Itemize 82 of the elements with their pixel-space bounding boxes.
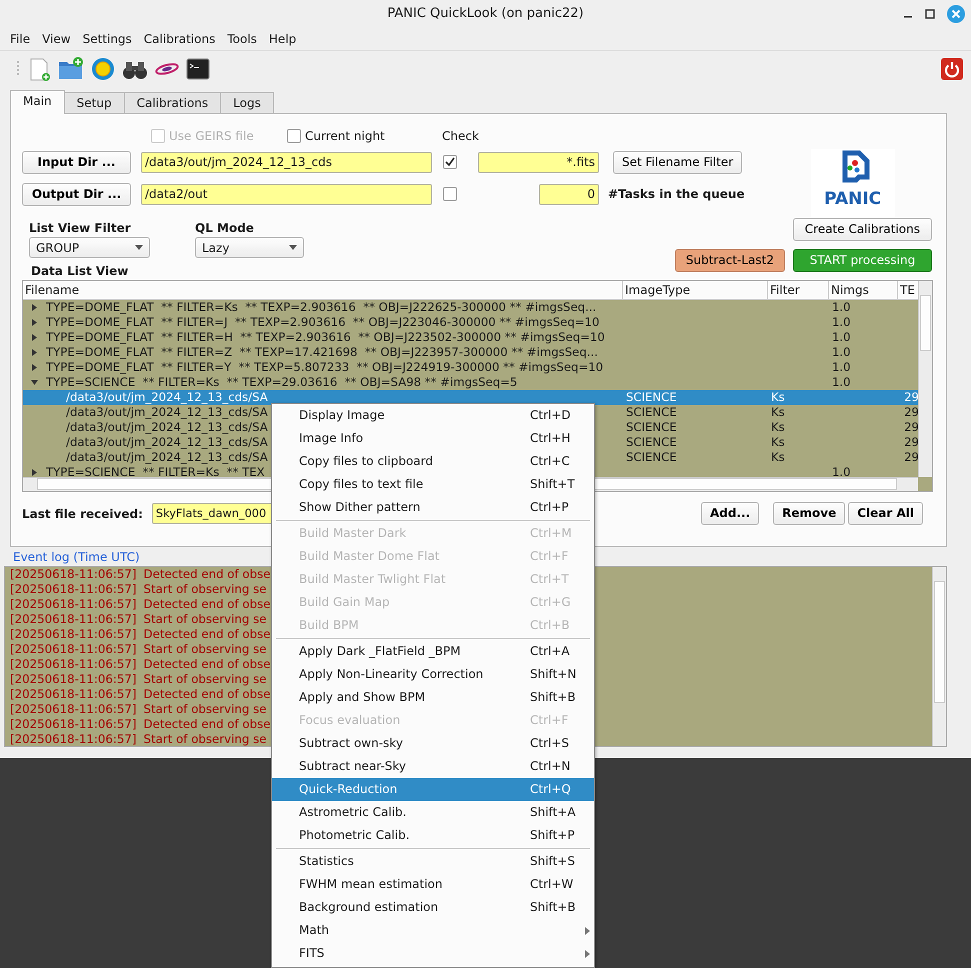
dropdown-value: GROUP — [36, 240, 80, 256]
shortcut-text: Shift+P — [530, 827, 576, 844]
log-message: Start of observing se — [144, 702, 267, 718]
shortcut-text: Ctrl+F — [530, 548, 570, 565]
shortcut-text: Ctrl+A — [530, 643, 571, 660]
log-message: Start of observing se — [144, 732, 267, 746]
table-cell: 1.0 — [832, 360, 851, 374]
shortcut-text: Ctrl+G — [530, 594, 572, 611]
shortcut-text: Ctrl+M — [530, 525, 573, 542]
dropdown-value: Lazy — [202, 240, 230, 256]
table-cell: 29 — [904, 435, 919, 450]
log-time: [20250618-11:06:57] — [10, 717, 136, 732]
log-time: [20250618-11:06:57] — [10, 627, 136, 642]
log-time: [20250618-11:06:57] — [10, 582, 136, 598]
shortcut-text: Shift+B — [530, 899, 577, 916]
table-cell: 29 — [904, 405, 919, 420]
table-cell: 29 — [904, 390, 919, 404]
checkbox-label: Current night — [305, 128, 385, 144]
shortcut-text: Ctrl+D — [530, 407, 572, 424]
shortcut-text: Ctrl+T — [530, 571, 570, 588]
field-label: QL Mode — [195, 221, 255, 236]
shortcut-text: Shift+A — [530, 804, 577, 821]
table-cell: 29 — [904, 420, 919, 434]
log-time: [20250618-11:06:57] — [10, 642, 136, 658]
shortcut-text: Shift+S — [530, 853, 576, 870]
log-message: Start of observing se — [144, 672, 267, 688]
log-time: [20250618-11:06:57] — [10, 567, 136, 582]
table-cell: Ks — [771, 450, 785, 464]
log-message: Start of observing se — [144, 642, 267, 658]
log-message: Detected end of obse — [144, 687, 271, 702]
log-message: Detected end of obse — [144, 657, 271, 672]
log-message: Detected end of obse — [144, 717, 271, 732]
table-cell: SCIENCE — [626, 390, 677, 404]
shortcut-text: Ctrl+C — [530, 453, 571, 470]
table-cell: Ks — [771, 390, 785, 404]
window-title: PANIC QuickLook (on panic22) — [387, 6, 584, 22]
shortcut-text: Ctrl+S — [530, 735, 570, 752]
shortcut-text: Shift+B — [530, 689, 577, 706]
log-message: Start of observing se — [144, 582, 267, 598]
table-cell: SCIENCE — [626, 435, 677, 450]
log-time: [20250618-11:06:57] — [10, 702, 136, 718]
shortcut-text: Ctrl+H — [530, 430, 572, 447]
logo-text: PANIC — [824, 189, 882, 209]
log-message: Detected end of obse — [144, 567, 271, 582]
table-cell: 1.0 — [832, 300, 851, 314]
tasks-count-field: 0 — [539, 184, 599, 204]
checkbox-label: Use GEIRS file — [169, 128, 254, 144]
shortcut-text: Ctrl+Q — [530, 781, 572, 798]
log-time: [20250618-11:06:57] — [10, 672, 136, 688]
field-label: List View Filter — [29, 221, 132, 236]
log-time: [20250618-11:06:57] — [10, 597, 136, 612]
table-cell: 1.0 — [832, 315, 851, 330]
shortcut-text: Ctrl+N — [530, 758, 572, 775]
table-cell: 1.0 — [832, 465, 851, 480]
table-cell: 1.0 — [832, 345, 851, 360]
column-label: Check — [442, 128, 479, 144]
log-message: Detected end of obse — [144, 597, 271, 612]
table-cell: SCIENCE — [626, 405, 677, 420]
log-time: [20250618-11:06:57] — [10, 732, 136, 746]
shortcut-text: Ctrl+F — [530, 712, 570, 729]
log-message: Detected end of obse — [144, 627, 271, 642]
table-cell: 29 — [904, 450, 919, 464]
table-cell: 1.0 — [832, 330, 851, 344]
field-label: Last file received: — [22, 506, 143, 522]
log-message: Start of observing se — [144, 612, 267, 628]
log-time: [20250618-11:06:57] — [10, 657, 136, 672]
table-cell: SCIENCE — [626, 450, 677, 464]
tasks-label: #Tasks in the queue — [608, 186, 745, 202]
section-title: Data List View — [31, 264, 130, 278]
shortcut-text: Ctrl+B — [530, 617, 571, 634]
log-time: [20250618-11:06:57] — [10, 687, 136, 702]
event-log-title: Event log (Time UTC) — [13, 550, 140, 564]
table-cell: Ks — [771, 435, 785, 450]
table-cell: Ks — [771, 405, 785, 420]
shortcut-text: Shift+T — [530, 476, 576, 493]
shortcut-text: Ctrl+P — [530, 499, 570, 516]
table-cell: Ks — [771, 420, 785, 434]
log-time: [20250618-11:06:57] — [10, 612, 136, 628]
table-cell: 1.0 — [832, 375, 851, 390]
shortcut-text: Ctrl+W — [530, 876, 574, 893]
table-cell: SCIENCE — [626, 420, 677, 434]
shortcut-text: Shift+N — [530, 666, 578, 683]
